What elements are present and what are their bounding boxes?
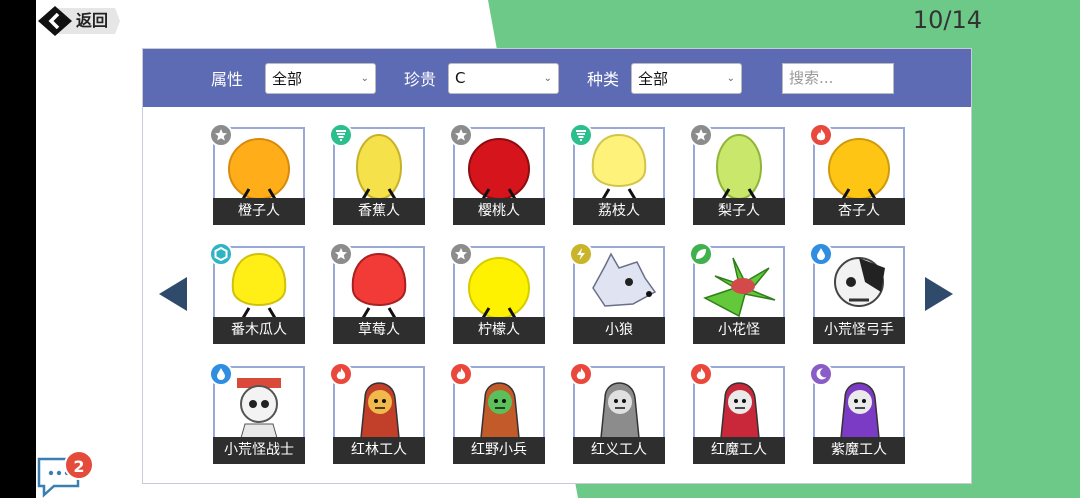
character-card[interactable]: 番木瓜人 bbox=[209, 242, 305, 344]
attribute-filter-value: 全部 bbox=[272, 69, 303, 88]
character-card[interactable]: 红林工人 bbox=[329, 362, 425, 464]
character-name: 小狼 bbox=[573, 317, 665, 344]
character-name: 小荒怪弓手 bbox=[813, 317, 905, 344]
star-icon bbox=[209, 123, 233, 147]
character-name: 红野小兵 bbox=[453, 437, 545, 464]
water-icon bbox=[809, 242, 833, 266]
character-card[interactable]: 红义工人 bbox=[569, 362, 665, 464]
attribute-filter-select[interactable]: 全部 ⌄ bbox=[265, 62, 377, 94]
character-card[interactable]: 小花怪 bbox=[689, 242, 785, 344]
earth-icon bbox=[209, 242, 233, 266]
rarity-filter-value: C bbox=[455, 69, 466, 87]
character-name: 紫魔工人 bbox=[813, 437, 905, 464]
character-name: 梨子人 bbox=[693, 198, 785, 225]
fire-icon bbox=[329, 362, 353, 386]
character-card[interactable]: 红魔工人 bbox=[689, 362, 785, 464]
rarity-filter-select[interactable]: C ⌄ bbox=[448, 62, 560, 94]
character-name: 樱桃人 bbox=[453, 198, 545, 225]
character-name: 橙子人 bbox=[213, 198, 305, 225]
chevron-down-icon: ⌄ bbox=[726, 72, 736, 84]
leaf-icon bbox=[689, 242, 713, 266]
star-icon bbox=[449, 123, 473, 147]
character-name: 红魔工人 bbox=[693, 437, 785, 464]
star-icon bbox=[449, 242, 473, 266]
character-card[interactable]: 草莓人 bbox=[329, 242, 425, 344]
character-name: 柠檬人 bbox=[453, 317, 545, 344]
next-page-arrow-icon[interactable] bbox=[925, 277, 953, 311]
star-icon bbox=[689, 123, 713, 147]
type-filter-select[interactable]: 全部 ⌄ bbox=[631, 62, 743, 94]
attribute-filter-label: 属性 bbox=[211, 70, 244, 89]
type-filter-value: 全部 bbox=[638, 69, 669, 88]
character-name: 红林工人 bbox=[333, 437, 425, 464]
character-card[interactable]: 杏子人 bbox=[809, 123, 905, 225]
rarity-filter-label: 珍贵 bbox=[404, 70, 437, 89]
character-card[interactable]: 樱桃人 bbox=[449, 123, 545, 225]
fire-icon bbox=[689, 362, 713, 386]
chevron-down-icon: ⌄ bbox=[543, 72, 553, 84]
prev-page-arrow-icon[interactable] bbox=[159, 277, 187, 311]
character-card[interactable]: 荔枝人 bbox=[569, 123, 665, 225]
character-card[interactable]: 小狼 bbox=[569, 242, 665, 344]
dark-icon bbox=[809, 362, 833, 386]
fire-icon bbox=[449, 362, 473, 386]
character-name: 草莓人 bbox=[333, 317, 425, 344]
fire-icon bbox=[809, 123, 833, 147]
chevron-down-icon: ⌄ bbox=[360, 72, 370, 84]
search-input[interactable]: 搜索... bbox=[782, 62, 895, 94]
character-card[interactable]: 柠檬人 bbox=[449, 242, 545, 344]
character-card[interactable]: 小荒怪弓手 bbox=[809, 242, 905, 344]
thunder-icon bbox=[569, 242, 593, 266]
character-card[interactable]: 香蕉人 bbox=[329, 123, 425, 225]
filter-bar: 属性 全部 ⌄ 珍贵 C ⌄ 种类 全部 ⌄ 搜索... bbox=[143, 49, 971, 107]
character-card[interactable]: 小荒怪战士 bbox=[209, 362, 305, 464]
character-name: 红义工人 bbox=[573, 437, 665, 464]
character-name: 番木瓜人 bbox=[213, 317, 305, 344]
character-card[interactable]: 梨子人 bbox=[689, 123, 785, 225]
character-name: 小荒怪战士 bbox=[213, 437, 305, 464]
character-name: 杏子人 bbox=[813, 198, 905, 225]
back-button[interactable]: 返回 bbox=[38, 6, 134, 36]
star-icon bbox=[329, 242, 353, 266]
collection-panel: 属性 全部 ⌄ 珍贵 C ⌄ 种类 全部 ⌄ 搜索... 橙子人 香蕉人 樱桃人 荔枝人 梨子… bbox=[142, 48, 972, 484]
water-icon bbox=[209, 362, 233, 386]
page-counter: 10/14 bbox=[912, 6, 982, 34]
character-card[interactable]: 紫魔工人 bbox=[809, 362, 905, 464]
character-card[interactable]: 橙子人 bbox=[209, 123, 305, 225]
wind-icon bbox=[569, 123, 593, 147]
type-filter-label: 种类 bbox=[587, 70, 620, 89]
notification-badge: 2 bbox=[64, 450, 94, 480]
left-edge-bar bbox=[0, 0, 36, 498]
character-name: 小花怪 bbox=[693, 317, 785, 344]
character-name: 荔枝人 bbox=[573, 198, 665, 225]
fire-icon bbox=[569, 362, 593, 386]
character-name: 香蕉人 bbox=[333, 198, 425, 225]
character-card[interactable]: 红野小兵 bbox=[449, 362, 545, 464]
wind-icon bbox=[329, 123, 353, 147]
